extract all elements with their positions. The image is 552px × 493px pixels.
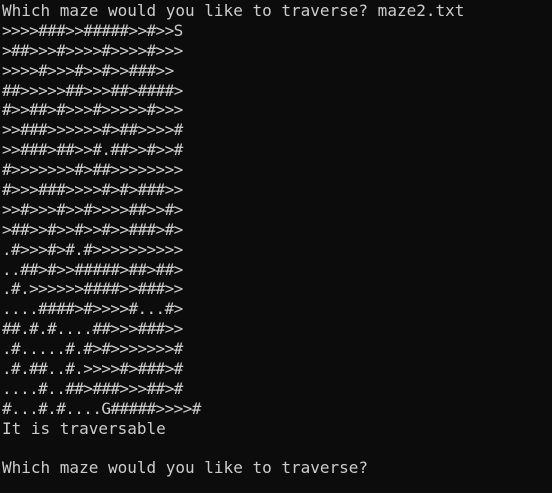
maze-row: >>#>>>#>>#>>>>##>>#>: [2, 199, 183, 219]
maze-row: >>###>>>>>>#>##>>>>#: [2, 120, 183, 140]
maze-row: >##>>#>>#>>#>>###>#>: [2, 219, 183, 239]
maze-row: >##>>>#>>>>#>>>>#>>>: [2, 40, 183, 60]
maze-row: ##.#.#....##>>>###>>: [2, 319, 183, 339]
maze-row: .#.##..#.>>>>#>###>#: [2, 359, 183, 379]
input-prompt-line[interactable]: Which maze would you like to traverse?: [2, 458, 552, 478]
maze-row: >>###>##>>#.##>>#>>#: [2, 140, 183, 160]
maze-row: ....####>#>>>>#...#>: [2, 299, 183, 319]
maze-row: #>>>>>>>#>##>>>>>>>>: [2, 160, 183, 180]
console-window[interactable]: Which maze would you like to traverse? m…: [0, 0, 552, 493]
maze-grid: >>>>###>>#####>>#>>S >##>>>#>>>>#>>>>#>>…: [2, 21, 552, 419]
maze-row: #>>>###>>>>#>#>###>>: [2, 180, 183, 200]
maze-row: ##>>>>>##>>>##>####>: [2, 80, 183, 100]
maze-row: ..##>#>>#####>##>##>: [2, 259, 183, 279]
maze-row: .#>>>#>#.#>>>>>>>>>>: [2, 239, 183, 259]
maze-row: ....#..##>###>>>##>#: [2, 378, 183, 398]
maze-row: >>>>###>>#####>>#>>S: [2, 20, 183, 40]
maze-row: #...#.#....G#####>>>>#: [2, 398, 201, 418]
maze-row: .#.....#.#>#>>>>>>>#: [2, 339, 183, 359]
maze-row: >>>>#>>>#>>#>>###>>: [2, 60, 174, 80]
maze-row: .#.>>>>>>####>>###>>: [2, 279, 183, 299]
maze-row: #>>##>#>>>#>>>>>#>>>: [2, 100, 183, 120]
result-line: It is traversable: [2, 418, 166, 438]
maze-prompt-line: Which maze would you like to traverse? m…: [2, 1, 465, 20]
